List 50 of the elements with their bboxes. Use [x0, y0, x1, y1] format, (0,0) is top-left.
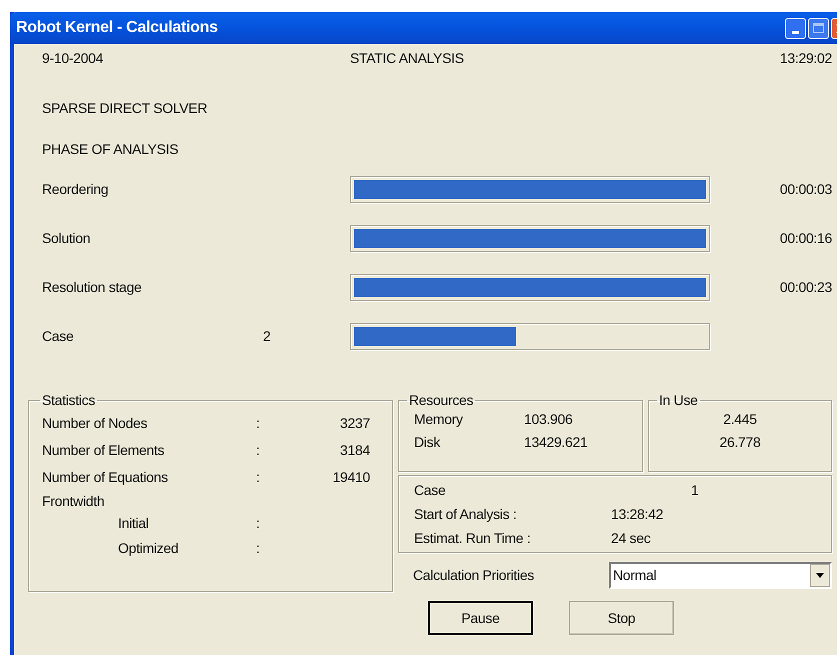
- statistic-label: Number of Equations: [42, 469, 168, 485]
- stage-label: Case: [42, 327, 74, 346]
- group-title: Resources: [408, 392, 474, 408]
- minimize-button[interactable]: [785, 18, 806, 38]
- priority-dropdown[interactable]: Normal: [609, 562, 832, 589]
- stage-label: Reordering: [42, 180, 110, 199]
- separator-text: :: [256, 515, 260, 531]
- stage-time: 00:00:16: [780, 229, 832, 248]
- case-info-label: Estimat. Run Time :: [414, 528, 532, 548]
- statistic-label: Initial: [118, 515, 149, 531]
- solver-text: SPARSE DIRECT SOLVER: [42, 100, 208, 116]
- phase-heading: PHASE OF ANALYSIS: [42, 141, 178, 157]
- group-title: In Use: [658, 392, 699, 408]
- stage-time: 00:00:23: [780, 278, 832, 297]
- in-use-value: 26.778: [719, 433, 761, 452]
- separator-text: :: [256, 442, 260, 458]
- date-text: 9-10-2004: [41, 48, 104, 68]
- stage-label: Solution: [42, 229, 92, 248]
- priorities-label: Calculation Priorities: [413, 566, 536, 585]
- statistic-label: Number of Nodes: [42, 415, 148, 431]
- case-info-label: Start of Analysis :: [414, 504, 518, 524]
- group-title: Statistics: [41, 392, 96, 408]
- statistic-label: Optimized: [118, 540, 178, 556]
- case-number: 2: [263, 327, 270, 346]
- separator-text: :: [256, 415, 260, 431]
- statistic-label: Number of Elements: [42, 442, 164, 458]
- dropdown-arrow-icon: [816, 573, 824, 578]
- window-title: Robot Kernel - Calculations: [16, 18, 219, 38]
- analysis-title: STATIC ANALYSIS: [350, 48, 465, 68]
- resource-label: Disk: [414, 433, 442, 452]
- resource-value: 103.906: [524, 410, 573, 429]
- in-use-value: 2.445: [723, 410, 757, 429]
- statistic-value: 3237: [340, 415, 370, 431]
- stage-time: 00:00:03: [780, 180, 832, 199]
- resource-label: Memory: [414, 410, 464, 429]
- dialog-button[interactable]: Stop: [569, 601, 674, 635]
- case-info-label: Case: [414, 480, 446, 500]
- case-info-value: 1: [691, 480, 698, 500]
- separator-text: :: [256, 469, 260, 485]
- separator-text: :: [256, 540, 260, 556]
- time-text: 13:29:02: [780, 48, 832, 68]
- resource-value: 13429.621: [524, 433, 588, 452]
- statistic-label: Frontwidth: [42, 492, 104, 508]
- case-info-value: 24 sec: [611, 528, 650, 548]
- statistic-value: 3184: [340, 442, 370, 458]
- dialog-button[interactable]: Pause: [428, 601, 533, 635]
- maximize-button[interactable]: [808, 18, 829, 38]
- case-info-value: 13:28:42: [611, 504, 664, 524]
- stage-label: Resolution stage: [42, 278, 142, 297]
- statistic-value: 19410: [332, 469, 370, 485]
